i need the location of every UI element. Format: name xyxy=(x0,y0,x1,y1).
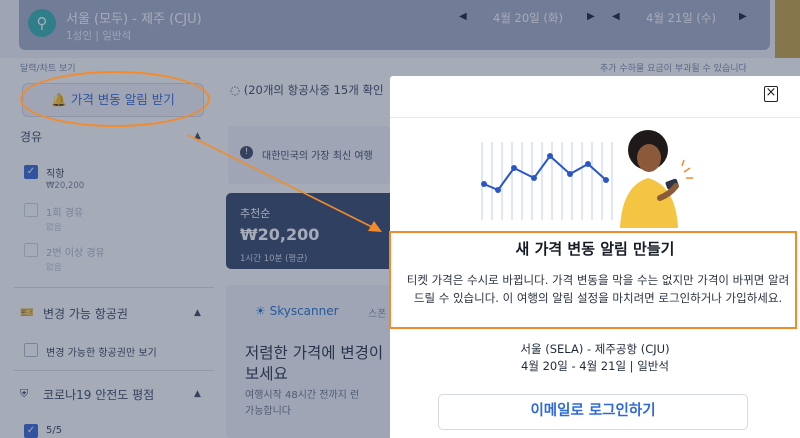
email-login-button[interactable]: 이메일로 로그인하기 xyxy=(438,394,748,430)
modal-route: 서울 (SELA) - 제주공항 (CJU) xyxy=(520,342,670,356)
modal-dates: 4월 20일 - 4월 21일 | 일반석 xyxy=(521,359,669,373)
modal-header-divider xyxy=(390,117,800,118)
modal-title: 새 가격 변동 알림 만들기 xyxy=(515,240,675,258)
modal-description: 티켓 가격은 수시로 바뀝니다. 가격 변동을 막을 수는 없지만 가격이 바뀌… xyxy=(406,273,790,305)
close-icon[interactable]: × xyxy=(764,86,778,102)
annotation-ellipse xyxy=(20,71,210,127)
price-alert-illustration xyxy=(481,130,693,228)
